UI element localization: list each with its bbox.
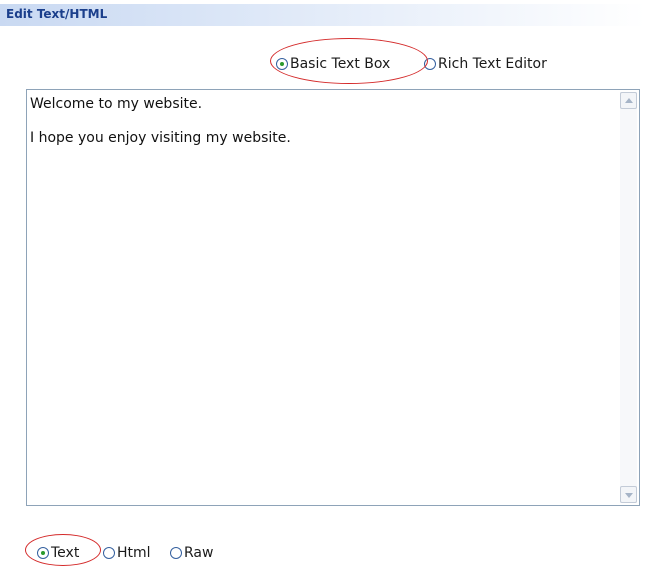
- radio-rich-text-editor-label: Rich Text Editor: [438, 56, 547, 72]
- radio-raw[interactable]: Raw: [170, 545, 213, 561]
- text-editor[interactable]: Welcome to my website. I hope you enjoy …: [26, 89, 640, 506]
- chevron-down-icon: [625, 493, 633, 498]
- section-header: Edit Text/HTML: [0, 4, 646, 26]
- scroll-down-button[interactable]: [620, 486, 637, 503]
- editor-line: Welcome to my website.: [30, 96, 203, 112]
- vertical-scrollbar[interactable]: [620, 92, 637, 503]
- radio-html-label: Html: [117, 545, 151, 561]
- chevron-up-icon: [625, 98, 633, 103]
- radio-unchecked-icon[interactable]: [170, 547, 182, 559]
- radio-html[interactable]: Html: [103, 545, 151, 561]
- radio-unchecked-icon[interactable]: [103, 547, 115, 559]
- highlight-circle-mode: [270, 38, 428, 84]
- radio-raw-label: Raw: [184, 545, 214, 561]
- editor-line: I hope you enjoy visiting my website.: [30, 130, 291, 146]
- editor-content[interactable]: Welcome to my website. I hope you enjoy …: [30, 95, 615, 163]
- scroll-up-button[interactable]: [620, 92, 637, 109]
- highlight-circle-format: [25, 534, 101, 566]
- radio-rich-text-editor[interactable]: Rich Text Editor: [424, 56, 547, 72]
- section-title: Edit Text/HTML: [6, 7, 108, 21]
